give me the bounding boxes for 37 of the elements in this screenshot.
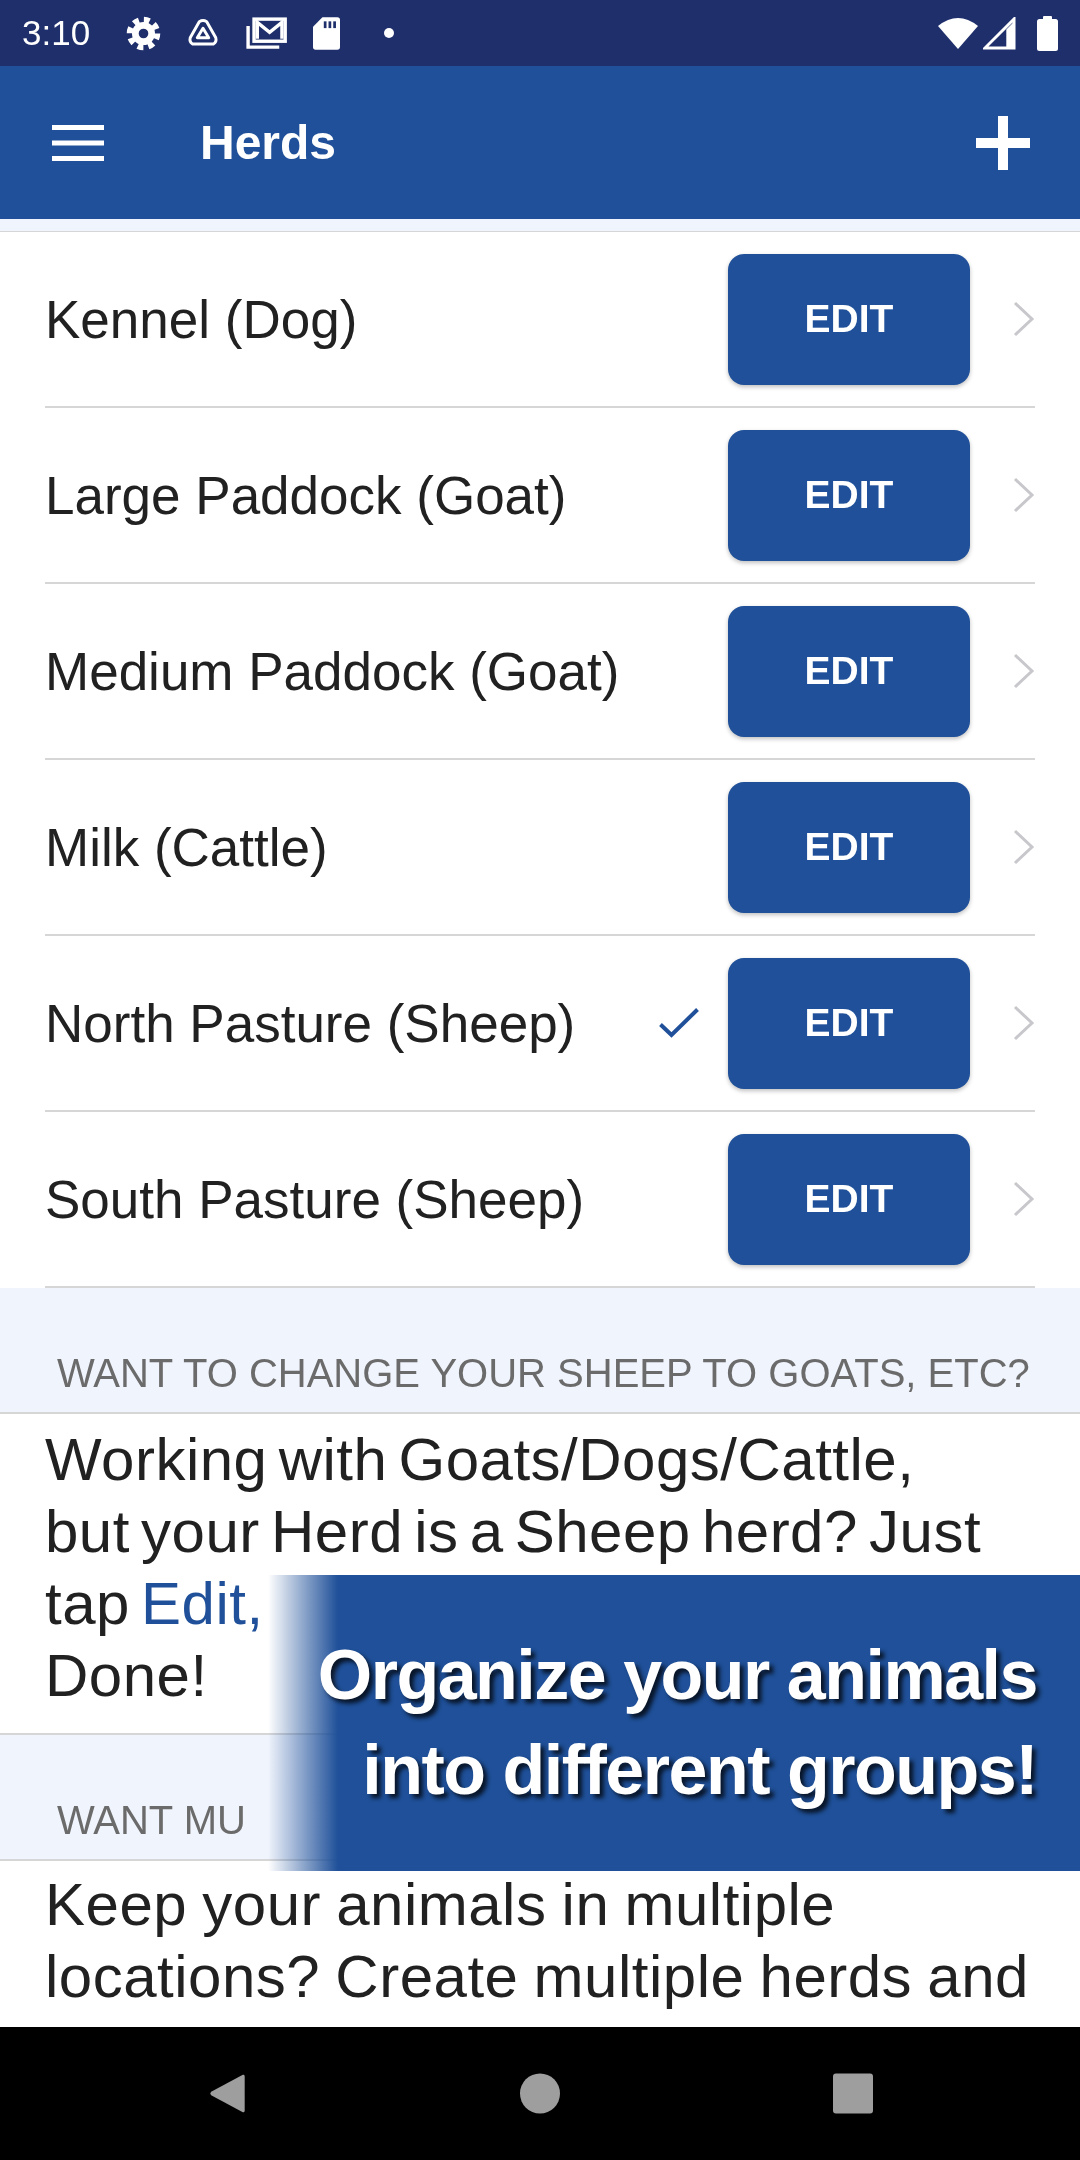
herd-name[interactable]: North Pasture (Sheep) — [45, 992, 659, 1054]
sd-card-icon — [313, 16, 341, 50]
gear-icon — [126, 15, 162, 51]
signal-icon — [983, 16, 1016, 50]
chevron-icon — [1013, 477, 1035, 513]
herd-name[interactable]: Large Paddock (Goat) — [45, 464, 659, 526]
chevron-icon — [1013, 653, 1035, 689]
herd-name[interactable]: Kennel (Dog) — [45, 288, 659, 350]
back-icon[interactable] — [207, 2073, 247, 2114]
herd-name[interactable]: Milk (Cattle) — [45, 816, 659, 878]
edit-button[interactable]: EDIT — [728, 957, 970, 1089]
section-header: WANT TO CHANGE YOUR SHEEP TO GOATS, ETC? — [57, 1351, 1030, 1396]
edit-button[interactable]: EDIT — [728, 781, 970, 913]
chevron-icon — [1013, 829, 1035, 865]
help-text: Keep your animals in multiple locations? Create multiple herds and — [44, 1870, 1030, 2012]
herd-name[interactable]: South Pasture (Sheep) — [45, 1168, 659, 1230]
add-icon[interactable] — [976, 115, 1030, 170]
wifi-icon — [938, 17, 978, 49]
recents-icon[interactable] — [833, 2073, 873, 2114]
menu-icon[interactable] — [52, 124, 104, 161]
edit-link[interactable]: Edit, — [141, 1570, 264, 1637]
mail-icon — [245, 16, 289, 50]
status-time: 3:10 — [22, 13, 91, 53]
home-icon[interactable] — [520, 2073, 560, 2114]
edit-button[interactable]: EDIT — [728, 605, 970, 737]
herd-name[interactable]: Medium Paddock (Goat) — [45, 640, 659, 702]
edit-button[interactable]: EDIT — [728, 253, 970, 385]
edit-button[interactable]: EDIT — [728, 1133, 970, 1265]
chevron-icon — [1013, 1181, 1035, 1217]
edit-button[interactable]: EDIT — [728, 429, 970, 561]
battery-icon — [1037, 15, 1058, 51]
dot-icon — [384, 28, 395, 38]
section-header: WANT MU — [57, 1798, 246, 1843]
chevron-icon — [1013, 301, 1035, 337]
chevron-icon — [1013, 1005, 1035, 1041]
app-title: Herds — [200, 115, 337, 170]
promo-caption: Organize your animals into different groups! — [316, 1635, 1037, 1811]
